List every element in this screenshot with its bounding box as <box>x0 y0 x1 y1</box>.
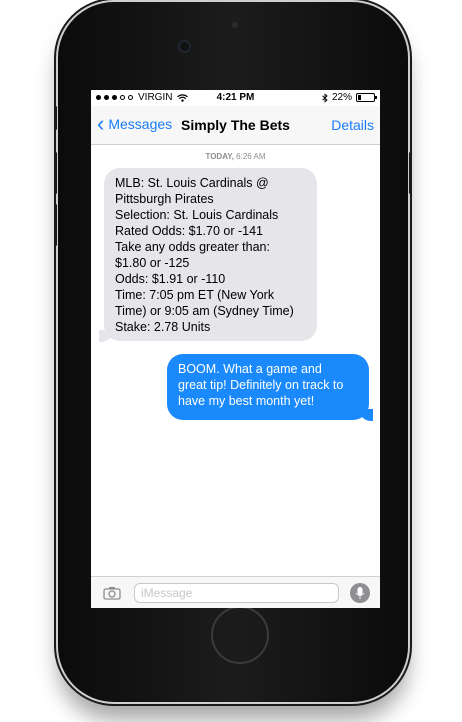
message-line: Time: 7:05 pm ET (New York <box>115 288 275 302</box>
status-right: 22% <box>322 92 377 103</box>
message-line: Time) or 9:05 am (Sydney Time) <box>115 304 294 318</box>
volume-up-button <box>54 152 57 194</box>
bluetooth-icon <box>322 92 328 103</box>
outgoing-message-bubble[interactable]: BOOM. What a game and great tip! Definit… <box>167 354 369 420</box>
message-input-bar <box>91 576 380 608</box>
message-line: Pittsburgh Pirates <box>115 192 214 206</box>
messages-screen: VIRGIN 4:21 PM 22% ‹ Messages Simply The… <box>91 90 380 608</box>
speaker-dot <box>232 22 238 28</box>
message-line: Rated Odds: $1.70 or -141 <box>115 224 264 238</box>
camera-icon[interactable] <box>103 586 121 600</box>
battery-icon <box>356 93 377 102</box>
message-line: Take any odds greater than: <box>115 240 270 254</box>
mute-switch <box>54 106 57 130</box>
battery-percent: 22% <box>331 92 352 103</box>
front-camera <box>180 42 189 51</box>
navigation-bar: ‹ Messages Simply The Bets Details <box>91 106 380 145</box>
status-bar: VIRGIN 4:21 PM 22% <box>91 90 380 106</box>
message-line: Stake: 2.78 Units <box>115 320 211 334</box>
power-button <box>409 152 412 194</box>
message-line: Odds: $1.91 or -110 <box>115 272 226 286</box>
battery-tip <box>375 96 377 99</box>
microphone-icon <box>355 587 365 599</box>
home-button[interactable] <box>211 606 269 664</box>
microphone-button[interactable] <box>350 583 370 603</box>
incoming-message-bubble[interactable]: MLB: St. Louis Cardinals @ Pittsburgh Pi… <box>104 168 317 341</box>
volume-down-button <box>54 204 57 246</box>
battery-fill <box>358 95 362 100</box>
message-line: MLB: St. Louis Cardinals @ <box>115 176 269 190</box>
details-button[interactable]: Details <box>331 117 374 133</box>
message-line: BOOM. What a game and <box>178 362 322 376</box>
message-line: have my best month yet! <box>178 394 315 408</box>
timestamp-day: TODAY, <box>205 152 234 161</box>
message-line: great tip! Definitely on track to <box>178 378 344 392</box>
imessage-input[interactable] <box>134 583 339 603</box>
message-line: $1.80 or -125 <box>115 256 190 270</box>
message-timestamp: TODAY, 6:26 AM <box>91 152 380 161</box>
message-line: Selection: St. Louis Cardinals <box>115 208 279 222</box>
timestamp-time: 6:26 AM <box>236 152 266 161</box>
